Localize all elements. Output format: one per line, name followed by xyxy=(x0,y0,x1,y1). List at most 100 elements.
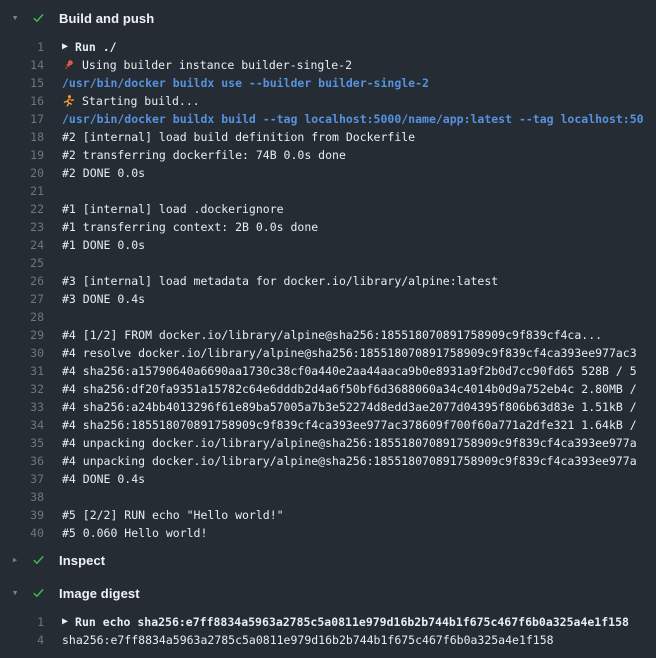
line-text-content: #4 sha256:a24bb4013296f61e89ba57005a7b3e… xyxy=(62,398,637,416)
line-number[interactable]: 4 xyxy=(0,631,44,649)
line-number[interactable]: 28 xyxy=(0,308,44,326)
line-text-content: #2 transferring dockerfile: 74B 0.0s don… xyxy=(62,146,346,164)
log-line: 21 xyxy=(0,182,656,200)
section-log-content: 1 ▶ Run echo sha256:e7ff8834a5963a2785c5a0… xyxy=(0,602,656,649)
line-number[interactable]: 33 xyxy=(0,398,44,416)
line-number[interactable]: 1 xyxy=(0,38,44,56)
runner-icon xyxy=(62,94,75,108)
line-number[interactable]: 37 xyxy=(0,470,44,488)
line-number[interactable]: 25 xyxy=(0,254,44,272)
line-text-content: Starting build... xyxy=(82,92,200,110)
line-text: #2 [internal] load build definition from… xyxy=(62,128,656,146)
log-line: 1 ▶ Run ./ xyxy=(0,38,656,56)
line-number[interactable]: 26 xyxy=(0,272,44,290)
line-number[interactable]: 36 xyxy=(0,452,44,470)
line-number[interactable]: 27 xyxy=(0,290,44,308)
line-text xyxy=(62,182,656,200)
log-line: 25 xyxy=(0,254,656,272)
line-text-content: #4 unpacking docker.io/library/alpine@sh… xyxy=(62,452,637,470)
line-text: Starting build... xyxy=(62,92,656,110)
line-number[interactable]: 16 xyxy=(0,92,44,110)
log-line: 29 #4 [1/2] FROM docker.io/library/alpine… xyxy=(0,326,656,344)
line-text: #1 transferring context: 2B 0.0s done xyxy=(62,218,656,236)
chevron-down-icon[interactable]: ▾ xyxy=(8,9,22,27)
line-number[interactable]: 19 xyxy=(0,146,44,164)
line-text-content: #4 sha256:df20fa9351a15782c64e6dddb2d4a6… xyxy=(62,380,637,398)
line-number[interactable]: 22 xyxy=(0,200,44,218)
line-text: #3 [internal] load metadata for docker.i… xyxy=(62,272,656,290)
line-text-content: #5 [2/2] RUN echo "Hello world!" xyxy=(62,506,284,524)
line-number[interactable]: 15 xyxy=(0,74,44,92)
line-text: #2 transferring dockerfile: 74B 0.0s don… xyxy=(62,146,656,164)
line-text-content: /usr/bin/docker buildx use --builder bui… xyxy=(62,74,429,92)
line-text-content: Run ./ xyxy=(75,38,117,56)
section-log-content: 1 ▶ Run ./ 14 Using builder instance builder… xyxy=(0,27,656,542)
chevron-right-icon[interactable]: ▸ xyxy=(8,551,22,569)
log-line: 16 Starting build... xyxy=(0,92,656,110)
play-icon[interactable]: ▶ xyxy=(62,38,68,56)
log-line: 37#4 DONE 0.4s xyxy=(0,470,656,488)
log-section-inspect: ▸Inspect xyxy=(0,551,656,575)
check-icon xyxy=(32,553,45,567)
check-icon xyxy=(32,11,45,25)
chevron-down-icon[interactable]: ▾ xyxy=(8,584,22,602)
line-number[interactable]: 18 xyxy=(0,128,44,146)
line-number[interactable]: 32 xyxy=(0,380,44,398)
line-text: ▶ Run echo sha256:e7ff8834a5963a2785c5a08… xyxy=(62,613,656,631)
log-line: 22#1 [internal] load .dockerignore xyxy=(0,200,656,218)
check-icon xyxy=(32,586,45,600)
line-text: #4 unpacking docker.io/library/alpine@sh… xyxy=(62,434,656,452)
log-line: 30#4 resolve docker.io/library/alpine@sh… xyxy=(0,344,656,362)
line-text-content: #3 DONE 0.4s xyxy=(62,290,145,308)
log-line: 28 xyxy=(0,308,656,326)
line-number[interactable]: 34 xyxy=(0,416,44,434)
section-header-inspect[interactable]: ▸Inspect xyxy=(0,551,656,569)
line-number[interactable]: 30 xyxy=(0,344,44,362)
section-header-image-digest[interactable]: ▾Image digest xyxy=(0,584,656,602)
section-header-build-and-push[interactable]: ▾ Build and push xyxy=(0,9,656,27)
line-text-content: #1 transferring context: 2B 0.0s done xyxy=(62,218,318,236)
line-text: #4 sha256:df20fa9351a15782c64e6dddb2d4a6… xyxy=(62,380,656,398)
line-number[interactable]: 31 xyxy=(0,362,44,380)
line-text-content: #2 [internal] load build definition from… xyxy=(62,128,415,146)
play-icon[interactable]: ▶ xyxy=(62,613,68,631)
line-text-content: #4 sha256:185518070891758909c9f839cf4ca3… xyxy=(62,416,637,434)
line-number[interactable]: 35 xyxy=(0,434,44,452)
line-text-content: /usr/bin/docker buildx build --tag local… xyxy=(62,110,644,128)
line-number[interactable]: 24 xyxy=(0,236,44,254)
line-text-content: Run echo sha256:e7ff8834a5963a2785c5a081… xyxy=(75,613,629,631)
log-line: 23 #1 transferring context: 2B 0.0s done xyxy=(0,218,656,236)
line-number[interactable]: 39 xyxy=(0,506,44,524)
line-text: #4 sha256:185518070891758909c9f839cf4ca3… xyxy=(62,416,656,434)
line-text-content: #5 0.060 Hello world! xyxy=(62,524,207,542)
log-line: 34 #4 sha256:185518070891758909c9f839cf4c… xyxy=(0,416,656,434)
line-number[interactable]: 29 xyxy=(0,326,44,344)
pushpin-icon xyxy=(62,58,75,72)
log-section-image-digest: ▾Image digest 1 ▶ Run echo sha256:e7ff8834a… xyxy=(0,584,656,649)
line-number[interactable]: 40 xyxy=(0,524,44,542)
line-text: ▶ Run ./ xyxy=(62,38,656,56)
log-line: 33 #4 sha256:a24bb4013296f61e89ba57005a7b… xyxy=(0,398,656,416)
line-text: /usr/bin/docker buildx build --tag local… xyxy=(62,110,656,128)
success-check-icon xyxy=(32,586,47,601)
line-number[interactable]: 17 xyxy=(0,110,44,128)
log-line: 4sha256:e7ff8834a5963a2785c5a0811e979d16… xyxy=(0,631,656,649)
line-number[interactable]: 21 xyxy=(0,182,44,200)
line-number[interactable]: 14 xyxy=(0,56,44,74)
section-title: Build and push xyxy=(59,11,154,26)
log-line: 1 ▶ Run echo sha256:e7ff8834a5963a2785c5a0… xyxy=(0,613,656,631)
line-text: #4 [1/2] FROM docker.io/library/alpine@s… xyxy=(62,326,656,344)
line-text-content: Using builder instance builder-single-2 xyxy=(82,56,352,74)
line-text xyxy=(62,488,656,506)
line-text: Using builder instance builder-single-2 xyxy=(62,56,656,74)
line-number[interactable]: 1 xyxy=(0,613,44,631)
line-text xyxy=(62,308,656,326)
line-text: /usr/bin/docker buildx use --builder bui… xyxy=(62,74,656,92)
line-number[interactable]: 38 xyxy=(0,488,44,506)
line-text: #5 [2/2] RUN echo "Hello world!" xyxy=(62,506,656,524)
log-line: 17/usr/bin/docker buildx build --tag loc… xyxy=(0,110,656,128)
log-line: 19 #2 transferring dockerfile: 74B 0.0s d… xyxy=(0,146,656,164)
line-text: #4 sha256:a24bb4013296f61e89ba57005a7b3e… xyxy=(62,398,656,416)
line-number[interactable]: 20 xyxy=(0,164,44,182)
line-number[interactable]: 23 xyxy=(0,218,44,236)
